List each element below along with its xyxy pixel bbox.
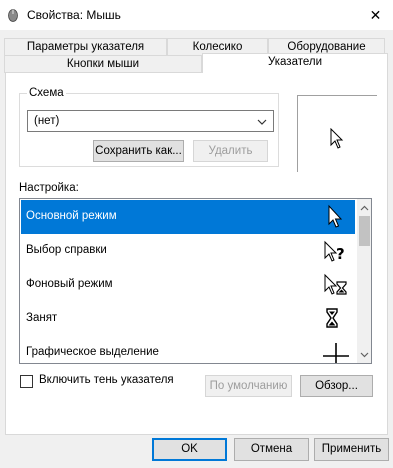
close-icon: ✕ bbox=[369, 6, 382, 23]
list-item-label: Фоновый режим bbox=[26, 278, 113, 290]
title-bar: Свойства: Мышь ✕ bbox=[0, 0, 393, 30]
ok-button[interactable]: OK bbox=[152, 438, 227, 461]
scheme-label: Схема bbox=[27, 87, 66, 99]
save-as-button[interactable]: Сохранить как... bbox=[93, 140, 184, 162]
dialog-body: Параметры указателя Колесико Оборудовани… bbox=[0, 30, 393, 468]
cancel-button[interactable]: Отмена bbox=[234, 438, 309, 461]
close-button[interactable]: ✕ bbox=[358, 0, 393, 30]
chevron-down-icon bbox=[255, 115, 269, 129]
list-item[interactable]: Основной режим bbox=[21, 200, 355, 234]
pointer-shadow-label[interactable]: Включить тень указателя bbox=[39, 374, 174, 386]
scheme-selected-value: (нет) bbox=[34, 115, 60, 127]
list-item-label: Графическое выделение bbox=[26, 346, 159, 358]
scheme-dropdown[interactable]: (нет) bbox=[27, 110, 274, 132]
list-item[interactable]: Фоновый режим bbox=[21, 268, 355, 302]
list-item-label: Основной режим bbox=[26, 210, 117, 222]
scrollbar-thumb[interactable] bbox=[359, 216, 370, 246]
arrow-cursor-icon bbox=[330, 127, 344, 153]
scroll-up-arrow-icon[interactable] bbox=[357, 199, 371, 216]
working-in-background-cursor-icon bbox=[323, 271, 349, 299]
scroll-down-arrow-icon[interactable] bbox=[357, 346, 371, 363]
delete-scheme-button[interactable]: Удалить bbox=[193, 140, 268, 162]
cursor-list[interactable]: Основной режим Выбор справки ? Фоновый р… bbox=[19, 198, 372, 364]
pointer-shadow-checkbox[interactable] bbox=[20, 375, 33, 388]
browse-button[interactable]: Обзор... bbox=[300, 375, 373, 397]
pointers-panel: Схема (нет) Сохранить как... Удалить Нас… bbox=[5, 72, 388, 435]
list-item[interactable]: Занят bbox=[21, 302, 355, 336]
tab-pointers[interactable]: Указатели bbox=[202, 53, 388, 73]
apply-button[interactable]: Применить bbox=[314, 438, 389, 461]
arrow-cursor-icon bbox=[323, 203, 349, 231]
list-item[interactable]: Выбор справки ? bbox=[21, 234, 355, 268]
settings-label: Настройка: bbox=[19, 182, 79, 194]
list-item[interactable]: Графическое выделение bbox=[21, 336, 355, 363]
busy-hourglass-cursor-icon bbox=[323, 305, 349, 333]
svg-text:?: ? bbox=[336, 245, 345, 263]
use-default-button[interactable]: По умолчанию bbox=[205, 375, 292, 397]
help-select-cursor-icon: ? bbox=[323, 237, 349, 265]
list-item-label: Выбор справки bbox=[26, 244, 107, 256]
tab-pointer-options[interactable]: Параметры указателя bbox=[4, 38, 167, 55]
list-item-label: Занят bbox=[26, 312, 58, 324]
cursor-preview bbox=[297, 95, 377, 172]
precision-crosshair-cursor-icon bbox=[323, 339, 349, 363]
mouse-app-icon bbox=[6, 8, 20, 22]
tab-buttons[interactable]: Кнопки мыши bbox=[4, 55, 202, 73]
window-title: Свойства: Мышь bbox=[27, 8, 121, 22]
list-scrollbar[interactable] bbox=[357, 199, 371, 363]
